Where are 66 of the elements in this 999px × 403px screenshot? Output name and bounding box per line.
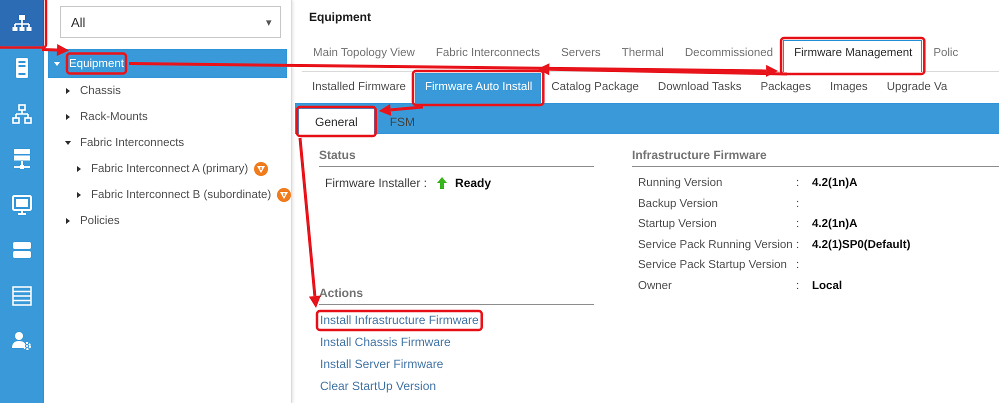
monitor-icon — [11, 194, 33, 216]
action-link[interactable]: Install Server Firmware — [319, 357, 444, 372]
tab[interactable]: Thermal — [610, 40, 674, 71]
separator: : — [796, 258, 800, 272]
annotation-arrow — [378, 104, 424, 116]
separator: : — [796, 217, 800, 232]
highlight-box — [0, 0, 48, 49]
field-label: Owner — [638, 278, 673, 293]
field-label: Running Version — [638, 176, 724, 190]
expand-arrow-icon[interactable] — [65, 218, 71, 224]
tab[interactable]: General — [299, 109, 374, 134]
tab[interactable]: Firmware Management — [783, 40, 922, 72]
field-value: 4.2(1n)A — [812, 217, 858, 232]
tree-item[interactable]: Policies — [48, 208, 287, 234]
collapse-arrow-icon[interactable] — [65, 140, 71, 146]
tab[interactable]: Polic — [922, 40, 968, 71]
dropdown-value: All — [71, 14, 86, 30]
highlight-box — [66, 52, 128, 75]
tab[interactable]: Download Tasks — [648, 73, 750, 103]
rack-icon — [11, 148, 33, 170]
expand-arrow-icon[interactable] — [65, 114, 71, 120]
tab[interactable]: Servers — [550, 40, 611, 71]
tree-item[interactable]: Rack-Mounts — [48, 104, 287, 130]
action-link[interactable]: Clear StartUp Version — [319, 379, 438, 394]
separator: : — [796, 176, 800, 190]
tab[interactable]: Main Topology View — [302, 40, 425, 71]
field-label: Startup Version — [638, 217, 718, 232]
caret-icon: ▾ — [266, 16, 272, 28]
tab[interactable]: Installed Firmware — [302, 73, 415, 103]
field-label: Backup Version — [638, 196, 719, 211]
filter-dropdown[interactable]: All ▾ — [60, 6, 281, 38]
expand-arrow-icon[interactable] — [76, 192, 82, 198]
field-value: Local — [812, 278, 844, 293]
section-heading: Actions — [319, 286, 594, 305]
field-value: 4.2(1)SP0(Default) — [812, 238, 912, 252]
tab[interactable]: Catalog Package — [541, 73, 648, 103]
up-arrow-icon — [437, 177, 448, 189]
expand-arrow-icon[interactable] — [65, 88, 71, 94]
tree-item[interactable]: Fabric Interconnects — [48, 130, 287, 156]
field-label: Firmware Installer : — [325, 176, 428, 190]
page-title: Equipment — [309, 10, 372, 24]
section-heading: Infrastructure Firmware — [632, 148, 999, 167]
separator: : — [796, 196, 800, 211]
separator: : — [796, 278, 800, 293]
action-link[interactable]: Install Chassis Firmware — [319, 335, 452, 350]
annotation-arrow — [42, 44, 69, 56]
expand-arrow-icon[interactable] — [76, 166, 82, 172]
admin-settings-icon — [11, 330, 33, 352]
nav-tab[interactable] — [0, 0, 44, 46]
list-icon — [11, 284, 33, 307]
field-label: Service Pack Startup Version — [638, 258, 788, 272]
field-value: 4.2(1n)A — [812, 176, 858, 190]
network-icon — [11, 102, 33, 125]
tab[interactable]: Decommissioned — [674, 40, 784, 71]
tree-item[interactable]: Chassis — [48, 78, 287, 104]
action-link[interactable]: Install Infrastructure Firmware — [319, 313, 480, 328]
tree-item[interactable]: Fabric Interconnect B (subordinate) — [48, 182, 287, 208]
tab[interactable]: Packages — [750, 73, 820, 103]
tab[interactable]: Upgrade Va — [876, 73, 956, 103]
tab[interactable]: Images — [820, 73, 877, 103]
tab[interactable]: Fabric Interconnects — [424, 40, 550, 71]
status-value: Ready — [455, 176, 492, 190]
tree-item[interactable]: Fabric Interconnect A (primary) — [48, 156, 287, 182]
separator: : — [796, 238, 800, 252]
field-label: Service Pack Running Version — [638, 238, 794, 252]
section-heading: Status — [319, 148, 594, 167]
